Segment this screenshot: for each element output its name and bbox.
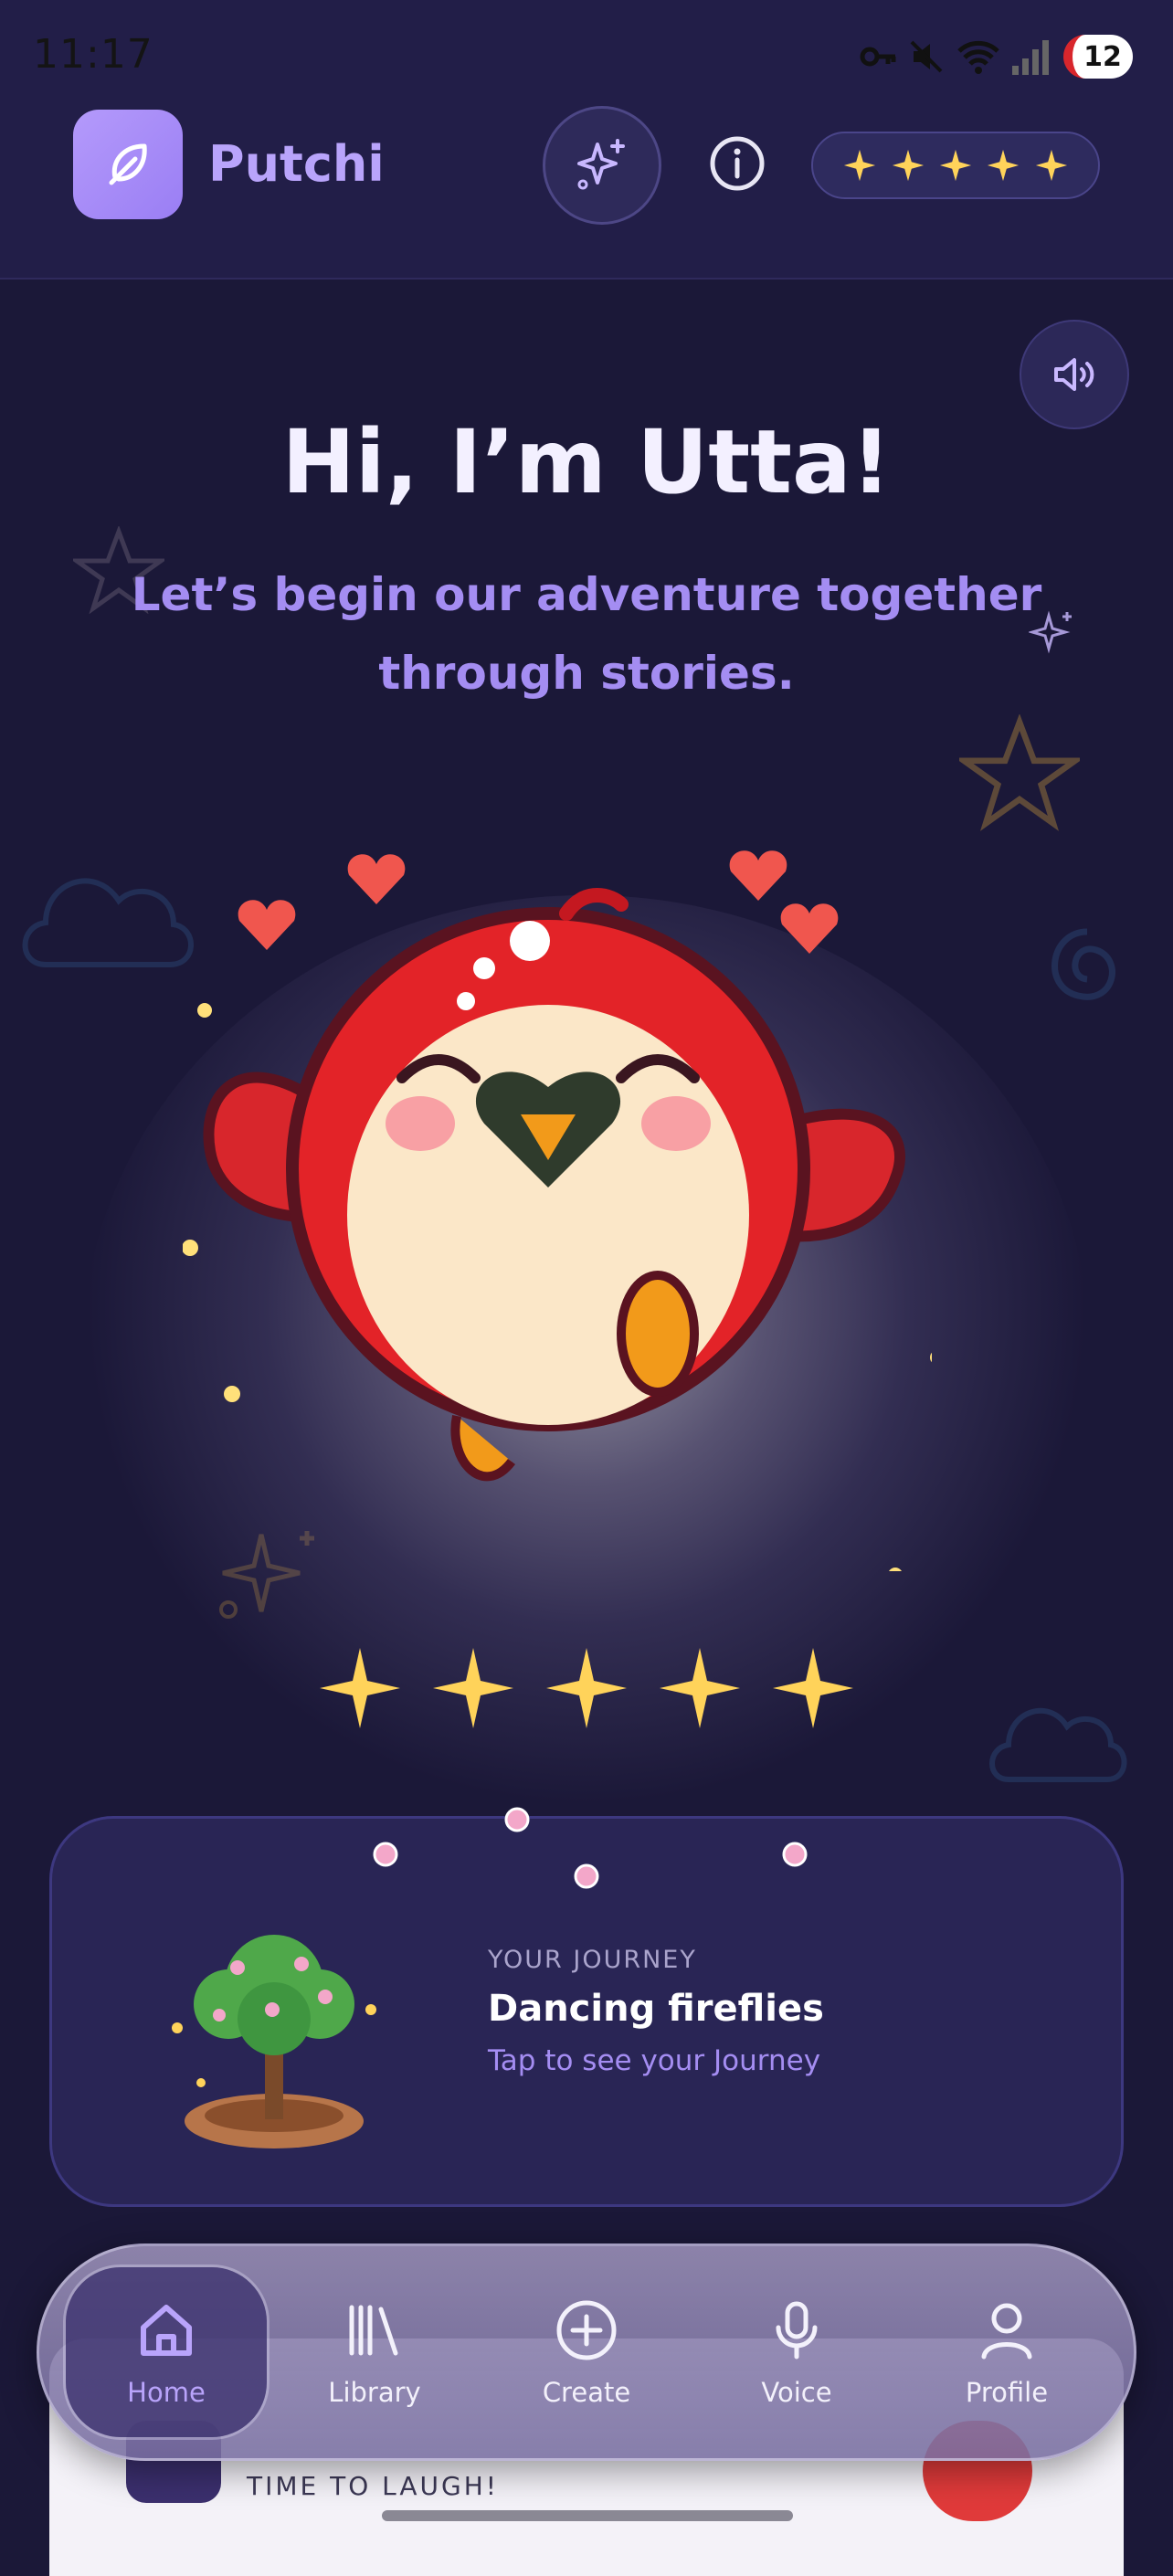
signal-icon — [1012, 40, 1049, 75]
stars-rating-pill[interactable] — [811, 132, 1100, 199]
journey-tree-icon — [172, 1935, 376, 2148]
home-indicator[interactable] — [382, 2510, 793, 2521]
star-icon — [320, 1648, 400, 1728]
blossom-dots — [373, 1807, 808, 1889]
info-button[interactable] — [709, 135, 766, 192]
nav-voice-label: Voice — [761, 2377, 832, 2408]
utta-bird-mascot[interactable] — [183, 822, 932, 1571]
battery-indicator: 12 — [1063, 35, 1133, 79]
nav-profile[interactable]: Profile — [915, 2267, 1098, 2437]
nav-profile-label: Profile — [965, 2377, 1049, 2408]
star-icon — [1035, 149, 1067, 182]
cloud-icon — [989, 1707, 1127, 1782]
nav-library-label: Library — [328, 2377, 421, 2408]
star-icon — [773, 1648, 853, 1728]
app-name: Putchi — [208, 135, 385, 193]
magic-sparkle-button[interactable] — [543, 106, 661, 225]
nav-library[interactable]: Library — [283, 2267, 466, 2437]
nav-create-label: Create — [542, 2377, 631, 2408]
journey-link[interactable]: Tap to see your Journey — [488, 2044, 820, 2077]
sparkles-icon — [577, 139, 625, 190]
nav-home[interactable]: Home — [66, 2267, 267, 2437]
star-icon — [433, 1648, 513, 1728]
feather-icon — [109, 143, 147, 185]
journey-kicker: YOUR JOURNEY — [488, 1946, 697, 1974]
home-icon — [141, 2305, 192, 2356]
cloud-icon — [22, 878, 194, 967]
journey-title: Dancing fireflies — [488, 1988, 824, 2030]
star-outline-icon — [959, 714, 1080, 831]
greeting-subtitle: Let’s begin our adventure together throu… — [131, 568, 1042, 700]
nav-home-label: Home — [127, 2377, 206, 2408]
star-icon — [892, 149, 924, 182]
app-logo[interactable] — [73, 110, 183, 219]
nav-create[interactable]: Create — [495, 2267, 678, 2437]
status-time: 11:17 — [33, 31, 153, 78]
sheet-label: TIME TO LAUGH! — [247, 2471, 500, 2501]
info-icon — [710, 136, 765, 191]
star-icon — [546, 1648, 627, 1728]
nav-voice[interactable]: Voice — [705, 2267, 888, 2437]
plus-circle-icon — [556, 2300, 617, 2360]
swirl-icon — [1051, 928, 1115, 1000]
microphone-icon — [776, 2301, 818, 2360]
star-icon — [939, 149, 972, 182]
mute-icon — [910, 40, 943, 73]
greeting-title: Hi, I’m Utta! — [281, 411, 892, 513]
library-icon — [349, 2305, 398, 2356]
key-icon — [860, 47, 896, 67]
speaker-icon — [1054, 358, 1094, 391]
star-icon — [660, 1648, 740, 1728]
star-icon — [844, 149, 876, 182]
star-icon — [988, 149, 1020, 182]
user-icon — [981, 2303, 1032, 2360]
wifi-icon — [957, 40, 999, 74]
